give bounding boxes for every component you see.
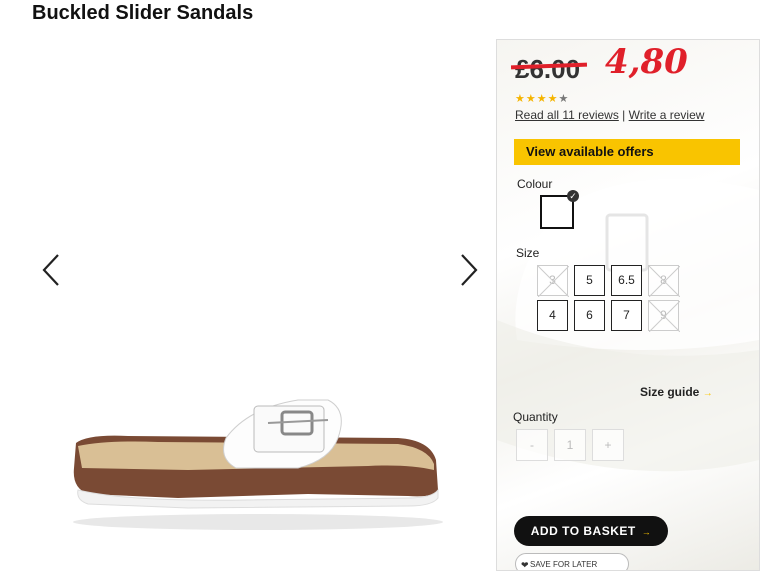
read-reviews-link[interactable]: Read all 11 reviews xyxy=(515,108,619,122)
quantity-input[interactable]: 1 xyxy=(554,429,586,461)
arrow-right-icon: → xyxy=(702,388,713,399)
unavailable-cross-icon xyxy=(538,266,569,297)
gallery-prev-arrow-icon[interactable] xyxy=(40,252,62,288)
product-image xyxy=(73,399,443,530)
colour-swatch-white[interactable]: ✓ xyxy=(540,190,579,229)
star-icon: ★ xyxy=(515,93,526,105)
add-to-basket-button[interactable]: ADD TO BASKET → xyxy=(514,516,668,546)
sale-price: 4,80 xyxy=(605,42,688,82)
heart-icon: ❤ xyxy=(521,560,529,570)
original-price: £6.00 xyxy=(515,54,581,84)
star-empty-icon: ★ xyxy=(558,93,570,105)
star-rating: ★★★★★ xyxy=(515,92,569,105)
view-offers-button[interactable]: View available offers xyxy=(514,139,740,165)
star-icon: ★ xyxy=(547,93,559,105)
size-option-7[interactable]: 7 xyxy=(611,300,642,331)
size-guide-link[interactable]: Size guide → xyxy=(640,385,713,399)
size-option-label: 4 xyxy=(549,308,556,322)
add-to-basket-label: ADD TO BASKET xyxy=(530,524,636,538)
checkmark-icon: ✓ xyxy=(567,190,579,202)
size-option-4[interactable]: 4 xyxy=(537,300,568,331)
size-label: Size xyxy=(516,246,540,260)
star-icon: ★ xyxy=(525,93,537,105)
unavailable-cross-icon xyxy=(649,266,680,297)
unavailable-cross-icon xyxy=(649,301,680,332)
arrow-right-icon: → xyxy=(641,527,652,537)
reviews-separator: | xyxy=(622,108,626,122)
quantity-increase-button[interactable]: + xyxy=(592,429,624,461)
size-option-label: 6 xyxy=(586,308,593,322)
size-option-label: 5 xyxy=(586,273,593,287)
quantity-decrease-button[interactable]: - xyxy=(516,429,548,461)
save-for-later-label: SAVE FOR LATER xyxy=(530,560,598,569)
size-guide-label: Size guide xyxy=(640,385,700,399)
product-purchase-panel: £6.00 4,80 ★★★★★ Read all 11 reviews | W… xyxy=(496,39,760,571)
gallery-next-arrow-icon[interactable] xyxy=(458,252,480,288)
size-option-6-5[interactable]: 6.5 xyxy=(611,265,642,296)
size-option-6[interactable]: 6 xyxy=(574,300,605,331)
save-for-later-button[interactable]: ❤ SAVE FOR LATER xyxy=(515,553,629,570)
size-option-3[interactable]: 3 xyxy=(537,265,569,297)
product-title: Buckled Slider Sandals xyxy=(32,2,254,24)
size-option-9[interactable]: 9 xyxy=(648,300,680,332)
reviews-row: Read all 11 reviews | Write a review xyxy=(515,108,704,122)
star-icon: ★ xyxy=(536,93,548,105)
size-option-label: 6.5 xyxy=(618,273,635,287)
size-option-5[interactable]: 5 xyxy=(574,265,605,296)
write-review-link[interactable]: Write a review xyxy=(629,108,705,122)
quantity-label: Quantity xyxy=(513,410,558,424)
colour-label: Colour xyxy=(517,177,553,191)
size-option-8[interactable]: 8 xyxy=(648,265,680,297)
size-option-label: 7 xyxy=(623,308,630,322)
